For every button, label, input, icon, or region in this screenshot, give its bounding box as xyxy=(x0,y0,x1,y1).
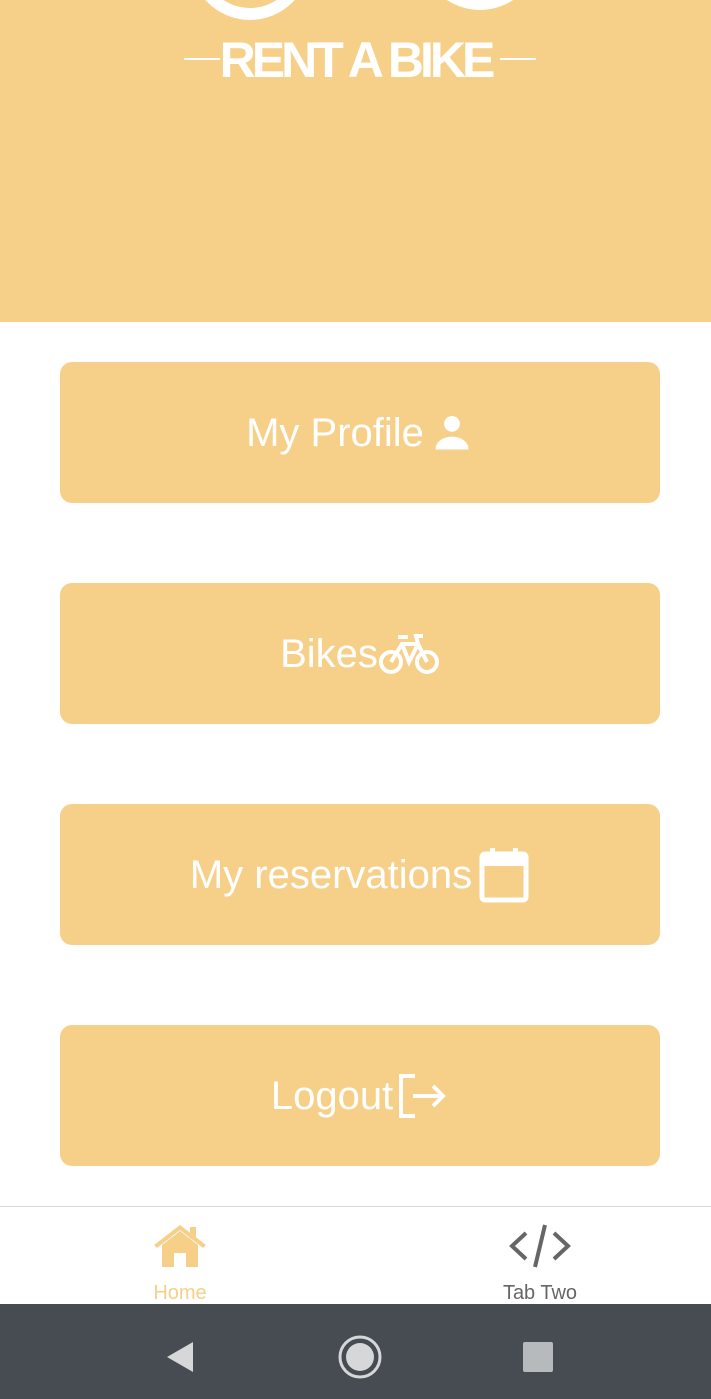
calendar-icon xyxy=(478,846,530,904)
logo-wheel-left-icon xyxy=(190,0,310,20)
my-profile-button[interactable]: My Profile xyxy=(60,362,660,503)
my-profile-label: My Profile xyxy=(246,410,424,455)
my-reservations-button[interactable]: My reservations xyxy=(60,804,660,945)
logout-button[interactable]: Logout xyxy=(60,1025,660,1166)
back-triangle-icon[interactable] xyxy=(155,1332,205,1382)
bikes-label: Bikes xyxy=(280,631,378,676)
bikes-button[interactable]: Bikes xyxy=(60,583,660,724)
system-navigation-bar xyxy=(0,1304,711,1399)
person-icon xyxy=(430,411,474,455)
bottom-tab-bar: Home Tab Two xyxy=(0,1206,711,1304)
code-icon xyxy=(508,1221,572,1271)
bicycle-icon xyxy=(378,632,440,676)
my-reservations-label: My reservations xyxy=(189,852,473,897)
tab-two[interactable]: Tab Two xyxy=(440,1207,640,1305)
recents-square-icon[interactable] xyxy=(513,1332,563,1382)
home-icon xyxy=(152,1221,208,1271)
logo-wheel-right-icon xyxy=(420,0,540,10)
logo-text: RENT A BIKE xyxy=(219,32,496,88)
header-banner: RENT A BIKE xyxy=(0,0,711,322)
logout-label: Logout xyxy=(270,1073,394,1118)
home-circle-icon[interactable] xyxy=(335,1332,385,1382)
logout-icon xyxy=(397,1072,449,1120)
tab-home[interactable]: Home xyxy=(80,1207,280,1305)
tab-home-label: Home xyxy=(153,1282,207,1304)
tab-two-label: Tab Two xyxy=(502,1282,578,1304)
